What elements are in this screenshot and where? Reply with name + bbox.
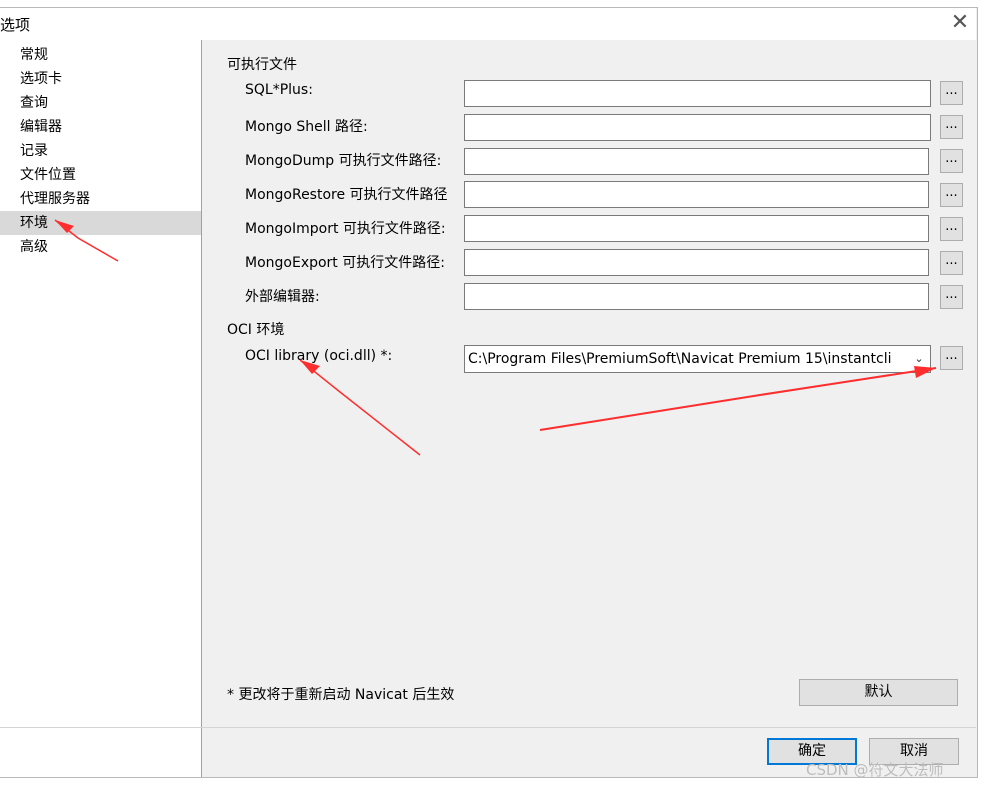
mongoexport-path-input[interactable] <box>464 249 929 276</box>
oci-section-title: OCI 环境 <box>227 322 285 338</box>
sidebar-item-advanced[interactable]: 高级 <box>0 235 201 259</box>
oci-library-value: C:\Program Files\PremiumSoft\Navicat Pre… <box>468 351 892 367</box>
mongo-shell-path-input[interactable] <box>464 114 931 141</box>
footer-divider <box>0 727 976 728</box>
default-button[interactable]: 默认 <box>799 679 958 706</box>
oci-library-browse-button[interactable]: ... <box>940 346 963 370</box>
sidebar-item-general[interactable]: 常规 <box>0 43 201 67</box>
mongorestore-browse-button[interactable]: ... <box>940 183 963 207</box>
sidebar-item-tabs[interactable]: 选项卡 <box>0 67 201 91</box>
sidebar-item-environment[interactable]: 环境 <box>0 211 201 235</box>
mongo-shell-browse-button[interactable]: ... <box>940 115 963 139</box>
restart-note: * 更改将于重新启动 Navicat 后生效 <box>227 687 455 703</box>
close-icon[interactable]: ✕ <box>946 9 974 37</box>
sidebar-item-editor[interactable]: 编辑器 <box>0 115 201 139</box>
mongoexport-label: MongoExport 可执行文件路径: <box>245 255 445 271</box>
sidebar-item-query[interactable]: 查询 <box>0 91 201 115</box>
mongoimport-browse-button[interactable]: ... <box>940 217 963 241</box>
oci-library-label: OCI library (oci.dll) *: <box>245 348 393 364</box>
title-bar: 选项 ✕ <box>0 8 976 40</box>
executables-section-title: 可执行文件 <box>227 57 297 73</box>
sqlplus-browse-button[interactable]: ... <box>940 81 963 105</box>
external-editor-label: 外部编辑器: <box>245 289 320 305</box>
sidebar-item-records[interactable]: 记录 <box>0 139 201 163</box>
mongorestore-label: MongoRestore 可执行文件路径 <box>245 187 448 203</box>
external-editor-browse-button[interactable]: ... <box>940 285 963 309</box>
mongodump-browse-button[interactable]: ... <box>940 149 963 173</box>
chevron-down-icon[interactable]: ⌄ <box>908 346 930 372</box>
mongoimport-label: MongoImport 可执行文件路径: <box>245 221 446 237</box>
mongodump-label: MongoDump 可执行文件路径: <box>245 153 442 169</box>
external-editor-path-input[interactable] <box>464 283 929 310</box>
sqlplus-label: SQL*Plus: <box>245 82 313 98</box>
oci-library-combobox[interactable]: C:\Program Files\PremiumSoft\Navicat Pre… <box>464 345 931 373</box>
watermark-text: CSDN @符文大法师 <box>806 761 944 779</box>
mongoexport-browse-button[interactable]: ... <box>940 251 963 275</box>
mongorestore-path-input[interactable] <box>464 181 929 208</box>
mongoimport-path-input[interactable] <box>464 215 929 242</box>
sidebar-item-file-location[interactable]: 文件位置 <box>0 163 201 187</box>
sidebar-item-proxy[interactable]: 代理服务器 <box>0 187 201 211</box>
sidebar: 常规 选项卡 查询 编辑器 记录 文件位置 代理服务器 环境 高级 <box>0 40 202 777</box>
mongo-shell-label: Mongo Shell 路径: <box>245 119 368 135</box>
window-title: 选项 <box>0 16 31 34</box>
sqlplus-path-input[interactable] <box>464 80 931 107</box>
mongodump-path-input[interactable] <box>464 148 929 175</box>
